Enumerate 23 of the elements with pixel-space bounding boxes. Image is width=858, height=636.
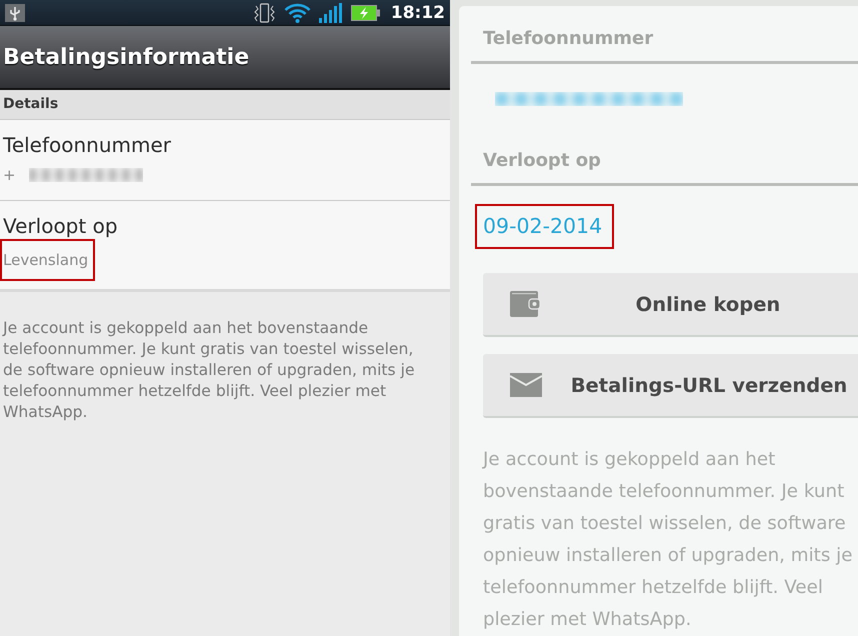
- action-button[interactable]: Betalings-URL verzenden: [483, 354, 858, 418]
- description-text: Je account is gekoppeld aan het bovenstaande telefoonnummer. Je kunt gratis van toestel wisselen, de software opnieuw installeren of upgraden, mits je telefoonnummer hetzelfde blijft. Veel plezier met WhatsApp.: [1, 318, 416, 423]
- field-heading: Telefoonnummer: [471, 6, 858, 64]
- settings-row[interactable]: Verloopt op Levenslang: [0, 201, 450, 292]
- envelope-icon: [510, 373, 542, 397]
- field-heading: Verloopt op: [471, 128, 858, 186]
- settings-row[interactable]: Telefoonnummer +: [0, 120, 450, 201]
- status-time: 18:12: [390, 2, 445, 22]
- description-text: Je account is gekoppeld aan het bovenstaande telefoonnummer. Je kunt gratis van toestel wisselen, de software opnieuw installeren of upgraden, mits je telefoonnummer hetzelfde blijft. Veel plezier met WhatsApp.: [481, 448, 854, 632]
- screen-title: Betalingsinformatie: [3, 44, 250, 70]
- battery-charging-icon: [350, 4, 380, 20]
- signal-icon: [318, 2, 343, 22]
- action-button[interactable]: Online kopen: [483, 273, 858, 337]
- vibrate-icon: [252, 2, 276, 22]
- field-label: Telefoonnummer: [3, 132, 172, 158]
- wallet-icon: [510, 291, 540, 317]
- field-value: Levenslang: [3, 250, 88, 270]
- field-label: Verloopt op: [3, 213, 119, 239]
- section-header: Details: [0, 90, 450, 120]
- field-value: +: [3, 165, 16, 185]
- field-value: 09-02-2014: [483, 213, 602, 239]
- wifi-icon: [284, 2, 311, 22]
- usb-icon: [5, 4, 25, 22]
